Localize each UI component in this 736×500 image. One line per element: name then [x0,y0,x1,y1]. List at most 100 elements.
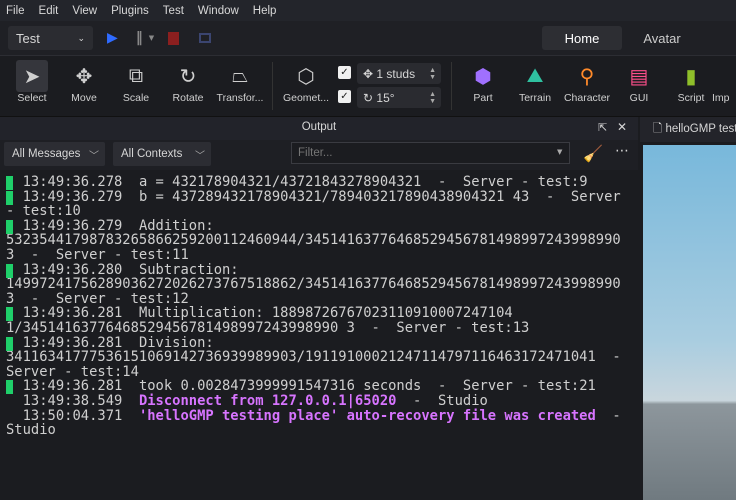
server-marker [6,219,13,234]
menu-file[interactable]: File [6,5,25,17]
gui-tool[interactable]: ▤ GUI [613,60,665,105]
import-tool[interactable]: Imp [712,60,736,104]
log-entry: 13:49:36.280 Subtraction: 14997241756289… [6,261,626,307]
spacer: - [396,392,438,409]
stepper-icon[interactable]: ▲ ▼ [429,67,436,81]
clear-output-broom-icon[interactable]: 🧹 [583,144,603,163]
move-label: Move [71,92,97,104]
rotate-icon: ↻ [179,65,197,88]
log-entry: 13:49:36.279 Addition: 53235441798783265… [6,217,626,263]
play-icon[interactable]: ▶ [107,30,118,46]
transform-label: Transfor... [216,92,264,104]
terrain-tool[interactable]: ⛰ Terrain [509,60,561,105]
contexts-filter-dropdown[interactable]: All Contexts ﹀ [113,142,211,166]
scale-tool[interactable]: ⧉ Scale [110,60,162,105]
geometry-label: Geomet... [282,92,330,104]
geometry-tool[interactable]: ⬡ Geomet... [280,60,332,105]
part-icon: ⬢ [474,65,492,88]
spacer: - [595,407,638,424]
log-entry: 13:49:36.281 Multiplication: 18898726767… [6,306,626,335]
log-time: 13:50:04.371 [22,407,123,424]
character-icon: ⚲ [579,65,595,88]
stepper-icon[interactable]: ▲ ▼ [429,91,436,105]
character-label: Character [563,92,611,104]
viewport-tab-label: helloGMP testing place [665,123,736,135]
spacer: - [14,290,56,307]
server-marker [6,336,13,351]
log-message: 'helloGMP testing place' auto-recovery f… [138,407,596,424]
spacer: - [14,246,56,263]
menu-view[interactable]: View [72,5,97,17]
rotate-snap-value: 15° [376,90,395,105]
filter-input[interactable] [291,142,570,164]
menu-bar: File Edit View Plugins Test Window Help [0,0,736,21]
menu-edit[interactable]: Edit [39,5,59,17]
log-time: 13:49:38.549 [22,392,123,409]
close-icon[interactable]: ✕ [617,120,627,134]
menu-plugins[interactable]: Plugins [111,5,149,17]
menu-help[interactable]: Help [253,5,277,17]
move-snap-input[interactable]: ✥ 1 studs ▲ ▼ [357,63,441,84]
server-marker [6,190,13,205]
chevron-down-icon[interactable]: ▼ [557,148,562,156]
transform-tool[interactable]: ⏢ Transfor... [214,60,266,105]
part-tool[interactable]: ⬢ Part [457,60,509,105]
log-time: 13:49:36.280 [22,261,123,278]
spacer: - [421,378,463,395]
character-tool[interactable]: ⚲ Character [561,60,613,105]
log-time: 13:49:36.281 [22,305,123,322]
output-filter-row: All Messages ﹀ All Contexts ﹀ ▼ 🧹 ⋯ [0,140,638,170]
chevron-down-icon[interactable]: ▼ [149,34,154,42]
log-entry: 13:49:36.281 took 0.0028473999991547316 … [6,378,626,395]
script-icon: ▮ [685,65,697,88]
log-time: 13:49:36.279 [22,217,123,234]
output-log[interactable]: 13:49:36.278 a = 432178904321/4372184327… [0,170,638,500]
divider [272,62,273,110]
log-source: Server - test:21 [462,378,596,395]
messages-filter-dropdown[interactable]: All Messages ﹀ [4,142,105,166]
log-entry: 13:49:38.549 Disconnect from 127.0.0.1|6… [6,394,626,409]
3d-viewport[interactable] [643,145,736,500]
rotate-snap-checkbox[interactable]: ✓ [338,90,351,103]
mode-select[interactable]: Test ⌄ [8,26,93,50]
terrain-label: Terrain [518,92,552,104]
cube-icon: ⬡ [297,65,315,88]
spacer: - [529,188,571,205]
log-source: Server - test:14 [6,363,139,380]
move-snap-checkbox[interactable]: ✓ [338,66,351,79]
server-marker [6,307,13,322]
menu-test[interactable]: Test [163,5,184,17]
more-options-icon[interactable]: ⋯ [615,143,629,159]
tab-home[interactable]: Home [542,26,622,50]
terrain-icon: ⛰ [526,64,544,87]
divider [451,62,452,110]
mode-select-value: Test [16,30,40,46]
script-tool[interactable]: ▮ Script [665,60,717,105]
chevron-down-icon: ﹀ [195,150,205,162]
document-icon: 🗋 [653,123,666,135]
menu-window[interactable]: Window [198,5,239,17]
rotate-label: Rotate [172,92,204,104]
log-time: 13:49:36.281 [22,334,123,351]
tab-avatar[interactable]: Avatar [622,26,702,50]
rotate-icon: ↻ [363,90,377,105]
stop-icon[interactable] [168,31,180,45]
log-message: Disconnect from 127.0.0.1|65020 [138,392,397,409]
undock-icon[interactable]: ⇱ [598,121,607,134]
chevron-down-icon: ﹀ [89,150,99,162]
select-tool[interactable]: ➤ Select [6,60,58,104]
client-server-icon[interactable] [199,33,212,43]
rotate-snap-input[interactable]: ↻ 15° ▲ ▼ [357,87,441,108]
move-tool[interactable]: ✥ Move [58,60,110,105]
viewport-tab[interactable]: 🗋 helloGMP testing place [640,117,736,142]
script-label: Script [677,92,705,104]
pause-icon[interactable]: ‖ [136,30,143,46]
rotate-tool[interactable]: ↻ Rotate [162,60,214,105]
